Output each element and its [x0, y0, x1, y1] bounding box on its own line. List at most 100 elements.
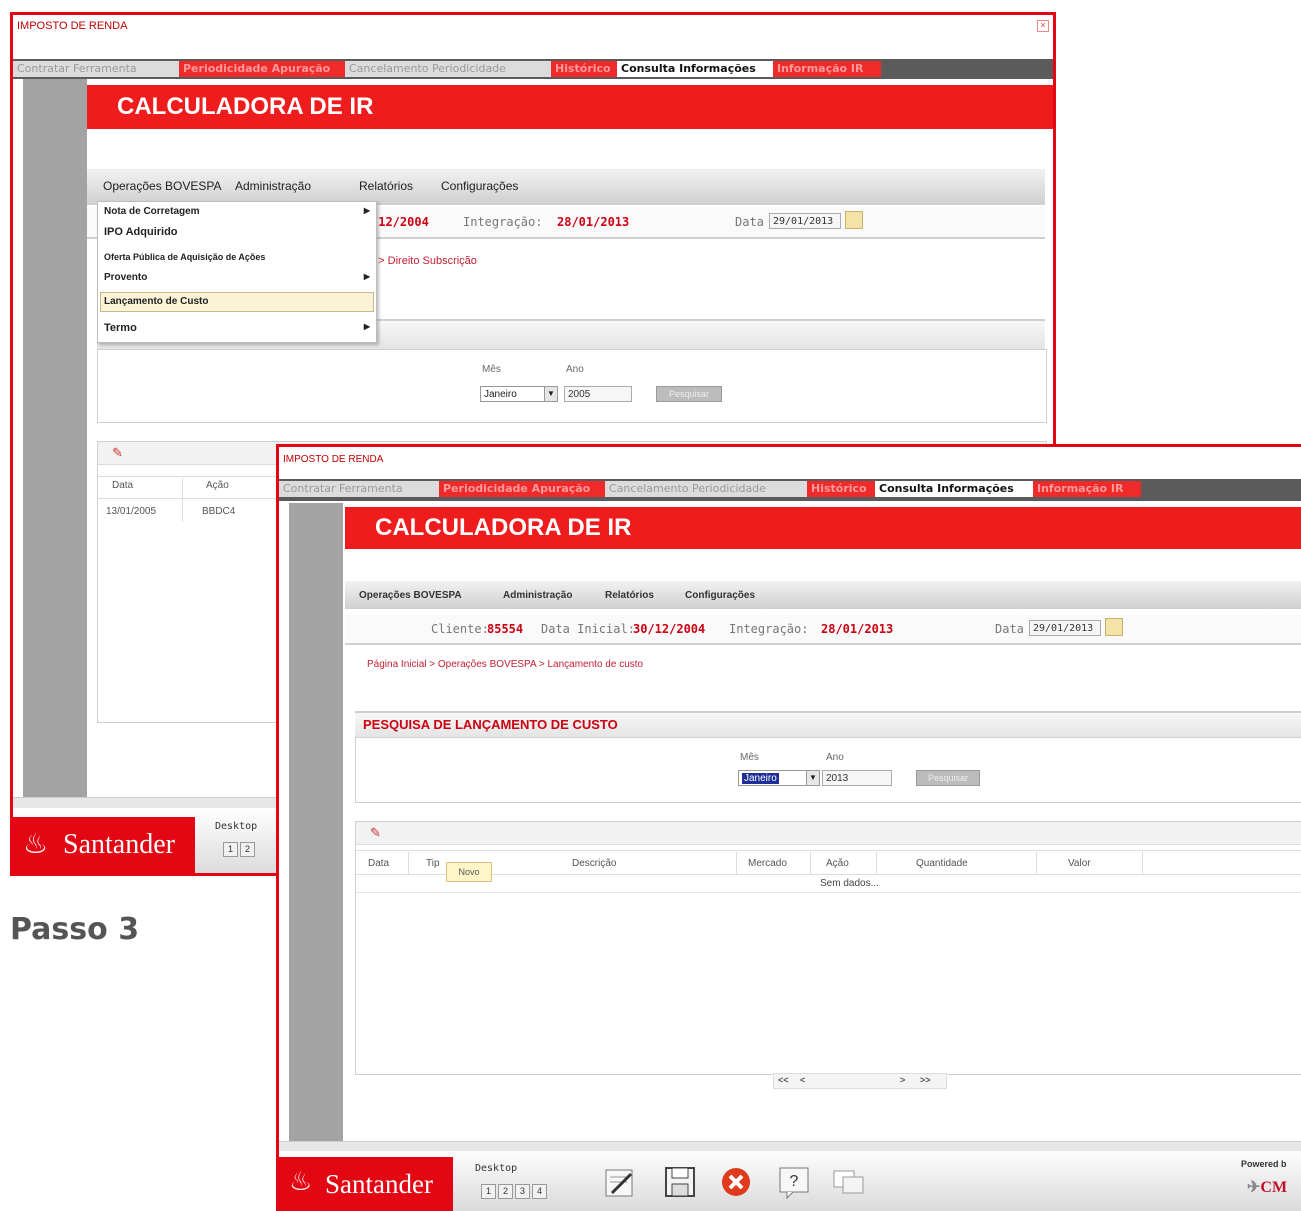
tab-contratar[interactable]: Contratar Ferramenta — [13, 61, 181, 77]
menu-item-ipo[interactable]: IPO Adquirido — [104, 226, 372, 238]
cm-icon: ✈ — [1247, 1179, 1261, 1196]
month-select[interactable]: Janeiro ▼ — [480, 386, 558, 402]
grid-toolbar: ✎ — [356, 822, 1301, 845]
col-data: Data — [368, 858, 390, 869]
chevron-right-icon: ▶ — [363, 272, 370, 281]
col-descricao: Descrição — [572, 858, 617, 869]
santander-logo: ♨ Santander — [13, 817, 195, 873]
desktop-1[interactable]: 1 — [223, 842, 238, 857]
year-field[interactable]: 2013 — [822, 770, 892, 786]
cm-brand: ✈CM — [1247, 1177, 1287, 1197]
desktop-label: Desktop — [215, 821, 258, 832]
desktop-2[interactable]: 2 — [498, 1184, 513, 1199]
year-field[interactable]: 2005 — [564, 386, 632, 402]
menu-item-provento[interactable]: Provento — [104, 272, 372, 283]
menu-item-lancamento[interactable]: Lançamento de Custo — [104, 296, 372, 307]
chevron-down-icon: ▼ — [544, 387, 557, 401]
menu-relatorios[interactable]: Relatórios — [359, 179, 413, 193]
tab-consulta[interactable]: Consulta Informações — [875, 481, 1035, 497]
date-field[interactable]: 29/01/2013 — [769, 213, 841, 229]
close-icon[interactable]: × — [1037, 20, 1049, 32]
pager-prev[interactable]: < — [800, 1075, 805, 1085]
tab-informacao-ir[interactable]: Informação IR — [1033, 481, 1141, 497]
tab-historico[interactable]: Histórico — [551, 61, 619, 77]
col-tipo: Tip — [426, 858, 440, 869]
menu-operacoes[interactable]: Operações BOVESPA — [103, 179, 222, 193]
menu-administracao[interactable]: Administração — [235, 179, 311, 193]
month-label: Mês — [740, 752, 759, 763]
flame-icon: ♨ — [23, 829, 49, 860]
tab-periodicidade[interactable]: Periodicidade Apuração — [179, 61, 347, 77]
help-icon[interactable]: ? — [777, 1165, 811, 1199]
month-select[interactable]: Janeiro ▼ — [738, 770, 820, 786]
page-banner: CALCULADORA DE IR — [87, 85, 1053, 129]
desktop-3[interactable]: 3 — [515, 1184, 530, 1199]
col-acao: Ação — [206, 480, 229, 491]
menu-item-nota[interactable]: Nota de Corretagem — [104, 206, 372, 217]
tab-contratar[interactable]: Contratar Ferramenta — [279, 481, 441, 497]
col-valor: Valor — [1068, 858, 1091, 869]
info-date-label: Data — [995, 622, 1024, 636]
row-date: 13/01/2005 — [106, 506, 157, 517]
col-acao: Ação — [826, 858, 849, 869]
menu-operacoes[interactable]: Operações BOVESPA — [359, 590, 462, 601]
tab-periodicidade[interactable]: Periodicidade Apuração — [439, 481, 607, 497]
menu-bar: Operações BOVESPA Administração Relatóri… — [345, 581, 1301, 609]
section-title: PESQUISA DE LANÇAMENTO DE CUSTO — [355, 711, 1301, 739]
tab-consulta[interactable]: Consulta Informações — [617, 61, 775, 77]
desktop-2[interactable]: 2 — [240, 842, 255, 857]
tab-informacao-ir[interactable]: Informação IR — [773, 61, 881, 77]
info-integration-label: Integração: — [463, 215, 543, 229]
menu-configuracoes[interactable]: Configurações — [441, 179, 518, 193]
tab-bar: Contratar Ferramenta Periodicidade Apura… — [279, 479, 1301, 501]
col-data: Data — [112, 480, 134, 491]
year-label: Ano — [826, 752, 844, 763]
month-label: Mês — [482, 364, 501, 375]
pager-first[interactable]: << — [778, 1075, 789, 1085]
tab-historico[interactable]: Histórico — [807, 481, 877, 497]
menu-administracao[interactable]: Administração — [503, 590, 572, 601]
pager: << < > >> — [773, 1073, 947, 1089]
info-bar: Cliente: 85554 Data Inicial: 30/12/2004 … — [345, 615, 1301, 645]
sidebar — [23, 79, 87, 799]
edit-icon[interactable]: ✎ — [112, 445, 123, 461]
info-date-label: Data — [735, 215, 764, 229]
col-mercado: Mercado — [748, 858, 787, 869]
calendar-icon[interactable] — [845, 211, 863, 229]
chevron-right-icon: ▶ — [363, 322, 370, 331]
menu-configuracoes[interactable]: Configurações — [685, 590, 755, 601]
pager-next[interactable]: > — [900, 1075, 905, 1085]
year-label: Ano — [566, 364, 584, 375]
row-acao: BBDC4 — [202, 506, 236, 517]
info-client: 85554 — [487, 622, 524, 636]
info-integration-label: Integração: — [729, 622, 809, 636]
search-button[interactable]: Pesquisar — [656, 386, 722, 402]
cancel-icon[interactable] — [719, 1165, 753, 1199]
footer: ♨ Santander Desktop 1234 ? Powered b ✈CM — [279, 1151, 1301, 1211]
desktop-4[interactable]: 4 — [532, 1184, 547, 1199]
tab-cancelamento[interactable]: Cancelamento Periodicidade — [605, 481, 809, 497]
search-button[interactable]: Pesquisar — [916, 770, 980, 786]
menu-item-termo[interactable]: Termo — [104, 322, 372, 334]
desktop-1[interactable]: 1 — [481, 1184, 496, 1199]
date-field[interactable]: 29/01/2013 — [1029, 620, 1101, 636]
desktop-label: Desktop — [475, 1163, 518, 1174]
menu-relatorios[interactable]: Relatórios — [605, 590, 654, 601]
chat-icon[interactable] — [831, 1165, 865, 1199]
breadcrumb[interactable]: Página Inicial > Operações BOVESPA > Lan… — [367, 659, 643, 670]
breadcrumb[interactable]: o > Direito Subscrição — [369, 255, 477, 267]
col-quantidade: Quantidade — [916, 858, 968, 869]
menu-item-oferta[interactable]: Oferta Pública de Aquisição de Ações — [104, 252, 372, 262]
edit-icon[interactable]: ✎ — [370, 825, 381, 841]
window-title: IMPOSTO DE RENDA — [283, 454, 384, 465]
edit-note-icon[interactable] — [603, 1165, 637, 1199]
calendar-icon[interactable] — [1105, 618, 1123, 636]
logo-text: Santander — [325, 1169, 433, 1199]
tab-cancelamento[interactable]: Cancelamento Periodicidade — [345, 61, 553, 77]
pager-last[interactable]: >> — [920, 1075, 931, 1085]
search-panel: Mês Ano Janeiro ▼ 2005 Pesquisar — [97, 349, 1047, 423]
month-value: Janeiro — [742, 773, 779, 784]
save-icon[interactable] — [663, 1165, 697, 1199]
powered-label: Powered b — [1241, 1159, 1287, 1169]
info-client-label: Cliente: — [431, 622, 489, 636]
